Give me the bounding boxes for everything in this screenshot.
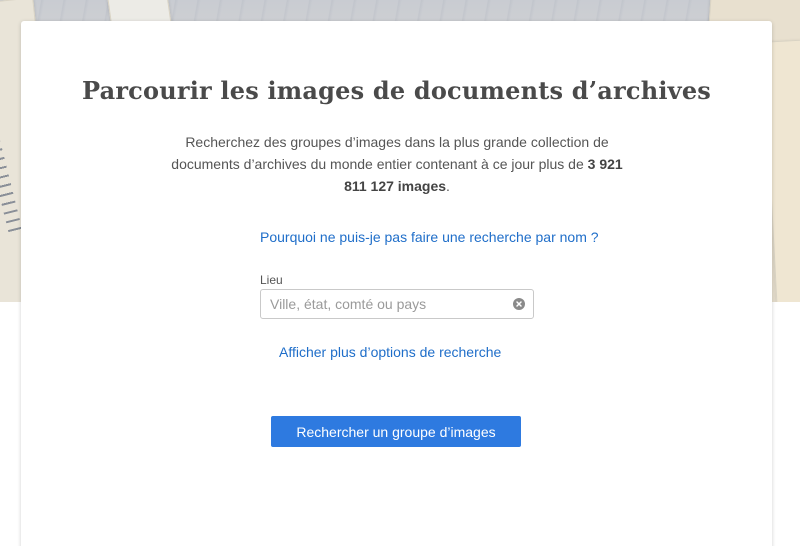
clear-icon[interactable] (513, 298, 525, 310)
page-title: Parcourir les images de documents d’arch… (81, 76, 712, 105)
location-field (260, 289, 534, 319)
location-input[interactable] (261, 290, 507, 318)
search-image-group-button[interactable]: Rechercher un groupe d’images (271, 416, 521, 447)
more-search-options-link[interactable]: Afficher plus d’options de recherche (279, 344, 501, 360)
intro-text-before: Recherchez des groupes d’images dans la … (171, 134, 609, 172)
intro-text: Recherchez des groupes d’images dans la … (160, 131, 634, 197)
intro-text-after: . (446, 178, 450, 194)
location-label: Lieu (260, 273, 283, 287)
why-no-name-search-link[interactable]: Pourquoi ne puis-je pas faire une recher… (260, 229, 599, 245)
